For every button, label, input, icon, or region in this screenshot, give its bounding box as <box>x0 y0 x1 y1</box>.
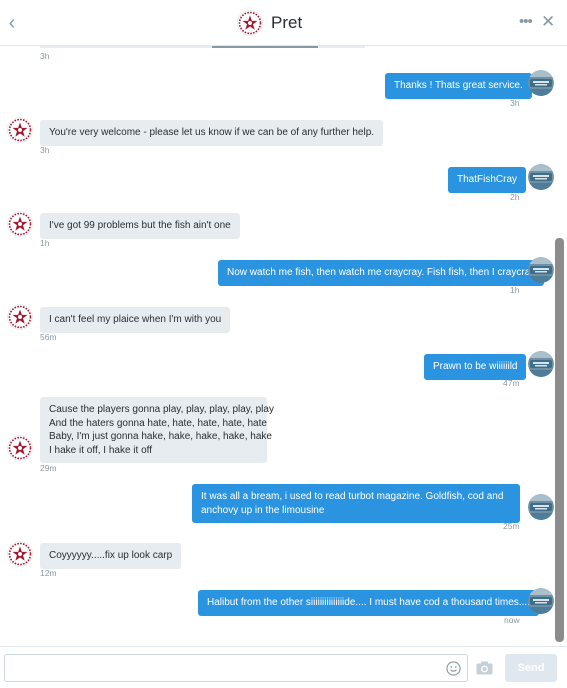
close-button[interactable]: ✕ <box>541 12 557 32</box>
message-line: Cause the players gonna play, play, play… <box>49 404 274 415</box>
smiley-icon[interactable] <box>446 661 461 676</box>
composer: Send <box>0 646 567 688</box>
close-icon: ✕ <box>541 12 556 31</box>
message-timestamp: 3h <box>40 51 50 61</box>
message-timestamp: now <box>504 615 520 625</box>
message-line: Baby, I'm just gonna hake, hake, hake, h… <box>49 431 272 442</box>
user-avatar <box>528 70 554 96</box>
message-input[interactable] <box>4 654 468 682</box>
message-line: I hake it off, I hake it off <box>49 444 153 456</box>
user-avatar <box>528 588 554 614</box>
outgoing-message[interactable]: ThatFishCray <box>448 167 527 193</box>
outgoing-message[interactable]: Now watch me fish, then watch me craycra… <box>218 260 545 286</box>
incoming-message[interactable]: You're very welcome - please let us know… <box>40 120 384 146</box>
user-avatar <box>528 494 554 520</box>
pret-logo-avatar <box>237 10 263 36</box>
pret-avatar <box>7 541 33 567</box>
header-identity: Pret <box>237 9 302 37</box>
pret-avatar <box>7 117 33 143</box>
message-timestamp: 56m <box>40 332 57 342</box>
incoming-message[interactable]: Cause the players gonna play, play, play… <box>40 397 274 463</box>
conversation-header: ‹ Pret ••• ✕ <box>0 0 567 46</box>
message-list[interactable]: 3h Thanks ! Thats great service. 3h You'… <box>0 47 567 645</box>
message-timestamp: 29m <box>40 463 57 473</box>
pret-avatar <box>7 435 33 461</box>
chevron-left-icon: ‹ <box>8 12 16 34</box>
message-timestamp: 47m <box>503 378 520 388</box>
outgoing-message[interactable]: Prawn to be wiiiiiild <box>424 354 527 380</box>
message-timestamp: 12m <box>40 568 57 578</box>
pret-avatar <box>7 211 33 237</box>
header-title: Pret <box>271 13 303 32</box>
outgoing-message[interactable]: Halibut from the other siiiiiiiiiiiiiiid… <box>198 590 539 616</box>
incoming-message[interactable]: Coyyyyyy.....fix up look carp <box>40 543 182 569</box>
message-timestamp: 1h <box>510 285 520 295</box>
message-timestamp: 2h <box>510 192 520 202</box>
more-dots-icon: ••• <box>519 13 533 30</box>
incoming-message[interactable]: I can't feel my plaice when I'm with you <box>40 307 231 333</box>
incoming-message[interactable]: I've got 99 problems but the fish ain't … <box>40 213 240 239</box>
pret-avatar <box>7 304 33 330</box>
user-avatar <box>528 164 554 190</box>
back-button[interactable]: ‹ <box>2 10 22 36</box>
outgoing-message[interactable]: Thanks ! Thats great service. <box>385 73 532 99</box>
user-avatar <box>528 257 554 283</box>
scrollbar-thumb[interactable] <box>555 238 564 642</box>
message-line: And the haters gonna hate, hate, hate, h… <box>49 417 267 429</box>
user-avatar <box>528 351 554 377</box>
send-button[interactable]: Send <box>505 654 557 682</box>
message-timestamp: 3h <box>40 145 50 155</box>
camera-icon[interactable] <box>476 661 493 675</box>
message-timestamp: 3h <box>510 98 520 108</box>
outgoing-message[interactable]: It was all a bream, i used to read turbo… <box>192 484 520 523</box>
message-timestamp: 25m <box>503 521 520 531</box>
message-timestamp: 1h <box>40 238 50 248</box>
more-options-button[interactable]: ••• <box>519 12 537 32</box>
